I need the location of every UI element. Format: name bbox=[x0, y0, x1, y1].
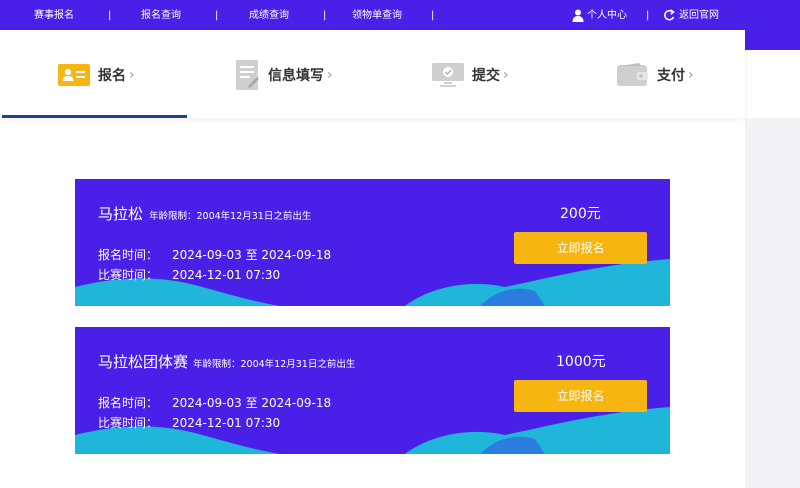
registration-time-label: 报名时间： bbox=[98, 396, 159, 410]
registration-time-label: 报名时间： bbox=[98, 248, 159, 262]
registration-time: 报名时间： 2024-09-03 至 2024-09-18 bbox=[98, 394, 331, 411]
registration-time-value: 2024-09-03 至 2024-09-18 bbox=[172, 248, 332, 262]
event-age-limit: 年龄限制：2004年12月31日之前出生 bbox=[149, 211, 312, 222]
registration-time: 报名时间： 2024-09-03 至 2024-09-18 bbox=[98, 246, 331, 263]
step-fill-info[interactable]: 信息填写 › bbox=[236, 60, 333, 90]
nav-pickup-query[interactable]: 领物单查询 bbox=[352, 9, 402, 23]
step-indicator: 报名 › 信息填写 › 提交 › 支付 › bbox=[0, 30, 745, 118]
register-now-button[interactable]: 立即报名 bbox=[514, 380, 647, 412]
nav-separator: | bbox=[323, 10, 327, 21]
nav-separator: | bbox=[215, 10, 219, 21]
nav-separator: | bbox=[646, 10, 650, 21]
race-time-label: 比赛时间： bbox=[98, 268, 159, 282]
chevron-right-icon: › bbox=[688, 67, 694, 83]
page-side-shade bbox=[745, 118, 800, 488]
id-card-icon bbox=[58, 63, 90, 87]
race-time-value: 2024-12-01 07:30 bbox=[172, 268, 281, 282]
event-title: 马拉松 bbox=[98, 205, 144, 223]
chevron-right-icon: › bbox=[503, 67, 509, 83]
event-title: 马拉松团体赛 bbox=[98, 353, 189, 371]
race-time-value: 2024-12-01 07:30 bbox=[172, 416, 281, 430]
step-pay[interactable]: 支付 › bbox=[617, 60, 694, 90]
step-label: 信息填写 bbox=[268, 68, 324, 84]
chevron-right-icon: › bbox=[327, 67, 333, 83]
step-register[interactable]: 报名 › bbox=[58, 60, 135, 90]
top-nav: 赛事报名 | 报名查询 | 成绩查询 | 领物单查询 | 个人中心 | 返回官网 bbox=[0, 0, 800, 30]
nav-separator: | bbox=[108, 10, 112, 21]
register-now-button[interactable]: 立即报名 bbox=[514, 232, 647, 264]
nav-separator: | bbox=[431, 10, 435, 21]
step-label: 提交 bbox=[472, 68, 500, 84]
nav-event-registration[interactable]: 赛事报名 bbox=[34, 9, 74, 23]
step-label: 支付 bbox=[657, 68, 685, 84]
event-card: 马拉松 年龄限制：2004年12月31日之前出生 报名时间： 2024-09-03… bbox=[75, 179, 670, 306]
race-time: 比赛时间： 2024-12-01 07:30 bbox=[98, 266, 280, 283]
monitor-check-icon bbox=[432, 63, 464, 87]
race-time-label: 比赛时间： bbox=[98, 416, 159, 430]
nav-back-to-site[interactable]: 返回官网 bbox=[679, 9, 719, 23]
event-price: 1000元 bbox=[556, 354, 606, 370]
return-icon bbox=[664, 9, 675, 21]
nav-registration-query[interactable]: 报名查询 bbox=[141, 9, 181, 23]
registration-time-value: 2024-09-03 至 2024-09-18 bbox=[172, 396, 332, 410]
document-edit-icon bbox=[236, 60, 260, 90]
event-age-limit: 年龄限制：2004年12月31日之前出生 bbox=[193, 359, 356, 370]
step-submit[interactable]: 提交 › bbox=[432, 60, 509, 90]
nav-score-query[interactable]: 成绩查询 bbox=[249, 9, 289, 23]
chevron-right-icon: › bbox=[129, 67, 135, 83]
event-price: 200元 bbox=[560, 206, 601, 222]
active-step-underline bbox=[2, 115, 187, 118]
user-icon bbox=[572, 9, 584, 22]
step-label: 报名 bbox=[98, 68, 126, 84]
wallet-icon bbox=[617, 63, 649, 87]
nav-user-center[interactable]: 个人中心 bbox=[587, 9, 627, 23]
event-card: 马拉松团体赛 年龄限制：2004年12月31日之前出生 报名时间： 2024-09… bbox=[75, 327, 670, 454]
race-time: 比赛时间： 2024-12-01 07:30 bbox=[98, 414, 280, 431]
